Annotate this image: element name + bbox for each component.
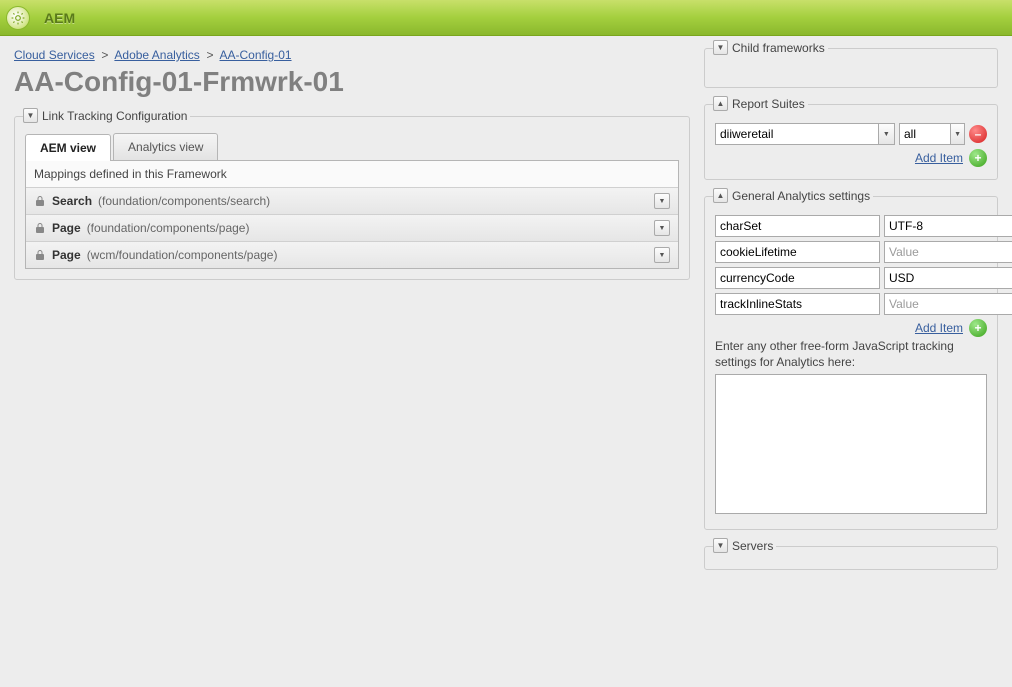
report-suite-input[interactable]: [715, 123, 879, 145]
view-tabs: AEM view Analytics view: [25, 133, 679, 161]
breadcrumb-config[interactable]: AA-Config-01: [220, 48, 292, 62]
mapping-row[interactable]: Page (foundation/components/page) ▼: [26, 214, 678, 241]
servers-panel: ▼ Servers: [704, 546, 998, 570]
page-title: AA-Config-01-Frmwrk-01: [14, 66, 690, 98]
collapse-toggle[interactable]: ▲: [713, 188, 728, 203]
report-suite-row: ▼ ▼ –: [715, 123, 987, 145]
general-settings-panel: ▲ General Analytics settings – – –: [704, 196, 998, 530]
top-bar: AEM: [0, 0, 1012, 36]
setting-key-input[interactable]: [715, 215, 880, 237]
setting-row: –: [715, 241, 987, 263]
panel-title: Servers: [732, 539, 773, 553]
app-title: AEM: [44, 10, 75, 26]
setting-row: –: [715, 215, 987, 237]
panel-title: Child frameworks: [732, 41, 825, 55]
lock-icon: [34, 195, 46, 207]
freeform-code-input[interactable]: [715, 374, 987, 514]
mapping-path: (foundation/components/page): [87, 221, 250, 235]
setting-key-input[interactable]: [715, 267, 880, 289]
lock-icon: [34, 222, 46, 234]
collapse-toggle[interactable]: ▲: [713, 96, 728, 111]
chevron-down-icon[interactable]: ▼: [951, 123, 965, 145]
mapping-row[interactable]: Page (wcm/foundation/components/page) ▼: [26, 241, 678, 268]
mapping-name: Page: [52, 248, 81, 262]
lock-icon: [34, 249, 46, 261]
expand-button[interactable]: ▼: [654, 247, 670, 263]
setting-value-input[interactable]: [884, 267, 1012, 289]
setting-value-input[interactable]: [884, 215, 1012, 237]
collapse-toggle[interactable]: ▼: [23, 108, 38, 123]
setting-key-input[interactable]: [715, 241, 880, 263]
setting-key-input[interactable]: [715, 293, 880, 315]
mapping-name: Search: [52, 194, 92, 208]
run-mode-input[interactable]: [899, 123, 951, 145]
child-frameworks-panel: ▼ Child frameworks: [704, 48, 998, 88]
add-button[interactable]: +: [969, 319, 987, 337]
setting-row: –: [715, 267, 987, 289]
expand-button[interactable]: ▼: [654, 220, 670, 236]
setting-value-input[interactable]: [884, 293, 1012, 315]
tab-aem-view[interactable]: AEM view: [25, 134, 111, 161]
setting-value-input[interactable]: [884, 241, 1012, 263]
report-suites-panel: ▲ Report Suites ▼ ▼ – Add Item: [704, 104, 998, 180]
add-button[interactable]: +: [969, 149, 987, 167]
setting-row: –: [715, 293, 987, 315]
mapping-name: Page: [52, 221, 81, 235]
expand-button[interactable]: ▼: [654, 193, 670, 209]
mapping-path: (foundation/components/search): [98, 194, 270, 208]
report-suite-combo[interactable]: ▼: [715, 123, 895, 145]
app-logo: [6, 6, 30, 30]
breadcrumb-adobe-analytics[interactable]: Adobe Analytics: [114, 48, 199, 62]
mapping-path: (wcm/foundation/components/page): [87, 248, 278, 262]
mapping-row[interactable]: Search (foundation/components/search) ▼: [26, 187, 678, 214]
chevron-down-icon[interactable]: ▼: [879, 123, 895, 145]
cog-icon: [11, 11, 25, 25]
run-mode-combo[interactable]: ▼: [899, 123, 965, 145]
breadcrumb: Cloud Services > Adobe Analytics > AA-Co…: [14, 48, 690, 62]
add-item-link[interactable]: Add Item: [915, 321, 963, 335]
remove-button[interactable]: –: [969, 125, 987, 143]
panel-title: Report Suites: [732, 97, 805, 111]
collapse-toggle[interactable]: ▼: [713, 538, 728, 553]
tab-analytics-view[interactable]: Analytics view: [113, 133, 218, 160]
collapse-toggle[interactable]: ▼: [713, 40, 728, 55]
freeform-help-text: Enter any other free-form JavaScript tra…: [715, 339, 987, 370]
panel-title: General Analytics settings: [732, 189, 870, 203]
breadcrumb-cloud-services[interactable]: Cloud Services: [14, 48, 95, 62]
link-tracking-panel: ▼ Link Tracking Configuration AEM view A…: [14, 116, 690, 280]
add-item-link[interactable]: Add Item: [915, 151, 963, 165]
mappings-heading: Mappings defined in this Framework: [26, 161, 678, 187]
panel-title: Link Tracking Configuration: [42, 109, 187, 123]
